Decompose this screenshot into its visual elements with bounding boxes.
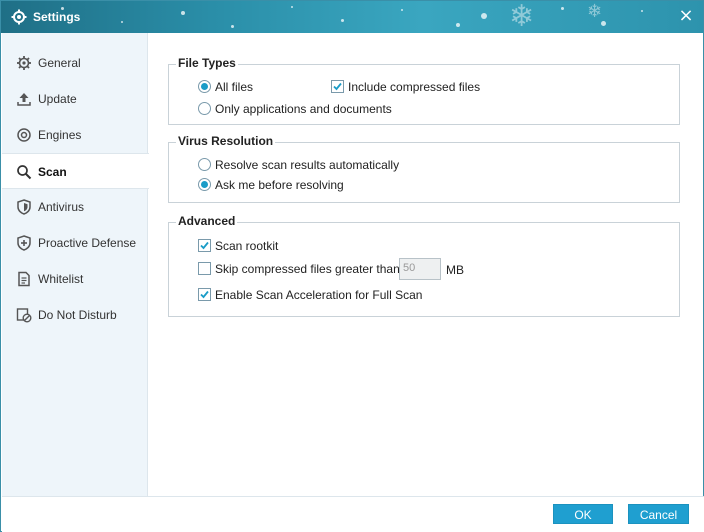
scan-acceleration-checkbox[interactable]: Enable Scan Acceleration for Full Scan xyxy=(198,287,438,303)
sidebar-item-antivirus[interactable]: Antivirus xyxy=(2,189,148,225)
sidebar-item-label: Update xyxy=(38,92,77,106)
advanced-group: Advanced Scan rootkit Skip compressed fi… xyxy=(168,214,680,317)
apps-and-documents-radio[interactable]: Only applications and documents xyxy=(198,101,418,117)
shield-icon xyxy=(17,199,31,215)
upload-icon xyxy=(17,93,31,106)
option-label: Enable Scan Acceleration for Full Scan xyxy=(215,288,423,302)
ask-before-resolving-radio[interactable]: Ask me before resolving xyxy=(198,177,378,193)
sidebar-item-label: Scan xyxy=(38,165,67,179)
sidebar-item-label: Engines xyxy=(38,128,82,142)
sidebar-item-do-not-disturb[interactable]: Do Not Disturb xyxy=(2,297,148,333)
sidebar-item-scan[interactable]: Scan xyxy=(2,153,149,189)
size-unit-label: MB xyxy=(446,263,464,277)
document-icon xyxy=(18,271,30,287)
option-label: Only applications and documents xyxy=(215,102,392,116)
radio-indicator xyxy=(198,158,211,171)
option-label: Scan rootkit xyxy=(215,239,279,253)
gear-icon xyxy=(17,56,31,70)
option-label: Include compressed files xyxy=(348,80,481,94)
engine-icon xyxy=(17,128,31,142)
search-icon xyxy=(17,165,32,180)
sidebar-item-label: Proactive Defense xyxy=(38,236,137,250)
scan-rootkit-checkbox[interactable]: Scan rootkit xyxy=(198,238,318,254)
sidebar-item-label: General xyxy=(38,56,81,70)
option-label: Ask me before resolving xyxy=(215,178,344,192)
virus-resolution-group: Virus Resolution Resolve scan results au… xyxy=(168,134,680,203)
resolve-automatically-radio[interactable]: Resolve scan results automatically xyxy=(198,157,428,173)
checkbox-indicator xyxy=(198,239,211,252)
sidebar-item-general[interactable]: General xyxy=(2,45,148,81)
shield-plus-icon xyxy=(17,235,31,251)
checkbox-indicator xyxy=(331,80,344,93)
sidebar: General Update Engines Scan Antivirus Pr… xyxy=(2,33,149,496)
sidebar-item-label: Whitelist xyxy=(38,272,84,286)
window-title: Settings xyxy=(33,10,81,24)
file-types-group: File Types All files Include compressed … xyxy=(168,56,680,125)
option-label: Skip compressed files greater than xyxy=(215,262,400,276)
sidebar-item-label: Do Not Disturb xyxy=(38,308,117,322)
max-size-input[interactable]: 50 xyxy=(399,258,441,280)
radio-indicator xyxy=(198,80,211,93)
sidebar-item-engines[interactable]: Engines xyxy=(2,117,148,153)
radio-indicator xyxy=(198,178,211,191)
skip-compressed-checkbox[interactable]: Skip compressed files greater than xyxy=(198,261,400,277)
group-title: File Types xyxy=(176,56,238,70)
checkbox-indicator xyxy=(198,262,211,275)
sidebar-item-whitelist[interactable]: Whitelist xyxy=(2,261,148,297)
sidebar-item-update[interactable]: Update xyxy=(2,81,148,117)
dialog-footer: OK Cancel xyxy=(2,496,704,532)
close-icon[interactable]: × xyxy=(677,7,695,25)
settings-gear-icon xyxy=(11,9,27,25)
include-compressed-checkbox[interactable]: Include compressed files xyxy=(331,79,511,95)
cancel-button[interactable]: Cancel xyxy=(628,504,689,524)
group-title: Virus Resolution xyxy=(176,134,276,148)
checkbox-indicator xyxy=(198,288,211,301)
ok-button[interactable]: OK xyxy=(553,504,613,524)
sidebar-item-proactive-defense[interactable]: Proactive Defense xyxy=(2,225,148,261)
title-bar[interactable]: ❄ ❄ Settings × xyxy=(1,1,703,33)
all-files-radio[interactable]: All files xyxy=(198,79,298,95)
scan-settings-panel: File Types All files Include compressed … xyxy=(149,33,703,496)
group-title: Advanced xyxy=(176,214,238,228)
radio-indicator xyxy=(198,102,211,115)
sidebar-item-label: Antivirus xyxy=(38,200,85,214)
do-not-disturb-icon xyxy=(16,308,32,323)
option-label: Resolve scan results automatically xyxy=(215,158,400,172)
option-label: All files xyxy=(215,80,254,94)
settings-window: ❄ ❄ Settings × General Update Engines Sc… xyxy=(0,0,704,532)
